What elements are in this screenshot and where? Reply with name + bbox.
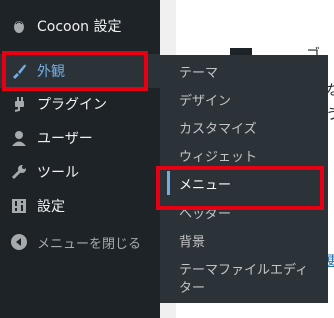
- submenu-item-customize[interactable]: カスタマイズ: [179, 120, 324, 140]
- sidebar-item-label: プラグイン: [37, 97, 107, 113]
- sidebar-item-cocoon-settings[interactable]: Cocoon 設定: [0, 9, 160, 43]
- admin-sidebar: Cocoon 設定 外観 プラグイン ユーザー ツール 設定 メニューを閉じる: [0, 0, 160, 318]
- submenu-item-theme-file-editor-cont[interactable]: ター: [179, 279, 324, 299]
- sidebar-item-label: 設定: [37, 199, 65, 215]
- sidebar-item-label: ツール: [37, 165, 79, 181]
- cocoon-icon: [9, 16, 29, 36]
- sidebar-item-plugins[interactable]: プラグイン: [0, 87, 160, 121]
- submenu-item-design[interactable]: デザイン: [179, 92, 324, 112]
- wrench-icon: [9, 162, 29, 182]
- collapse-arrow-icon: [9, 232, 29, 252]
- sidebar-item-label: Cocoon 設定: [37, 19, 122, 35]
- user-icon: [9, 128, 29, 148]
- submenu-item-widgets[interactable]: ウィジェット: [179, 148, 324, 168]
- submenu-item-background[interactable]: 背景: [179, 233, 324, 253]
- sidebar-item-label: ユーザー: [37, 131, 93, 147]
- submenu-item-theme-file-editor[interactable]: テーマファイルエディ: [179, 261, 324, 281]
- plugin-icon: [9, 94, 29, 114]
- submenu-item-themes[interactable]: テーマ: [179, 64, 324, 84]
- sidebar-item-users[interactable]: ユーザー: [0, 121, 160, 155]
- collapse-menu-button[interactable]: メニューを閉じる: [0, 225, 160, 259]
- sidebar-item-label: メニューを閉じる: [37, 236, 142, 252]
- sidebar-item-tools[interactable]: ツール: [0, 155, 160, 189]
- highlight-box-appearance: [2, 51, 148, 91]
- sidebar-item-settings[interactable]: 設定: [0, 189, 160, 223]
- highlight-box-menus: [156, 166, 324, 210]
- settings-icon: [9, 196, 29, 216]
